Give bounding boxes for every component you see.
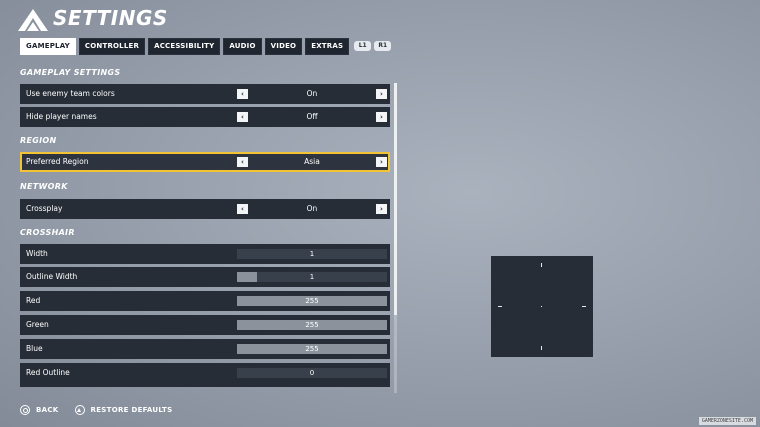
arrow-left-icon[interactable]: ‹ xyxy=(237,89,248,99)
setting-value: On xyxy=(306,204,318,213)
crosshair-red-outline-slider[interactable]: Red Outline 0 xyxy=(20,363,390,387)
arrow-left-icon[interactable]: ‹ xyxy=(237,112,248,122)
setting-label: Red xyxy=(26,296,41,305)
tab-video[interactable]: VIDEO xyxy=(264,37,303,55)
crosshair-preview xyxy=(491,256,593,357)
l1-bumper-icon: L1 xyxy=(354,41,372,51)
slider-value: 255 xyxy=(305,345,319,353)
tab-audio[interactable]: AUDIO xyxy=(223,37,262,55)
tab-gameplay[interactable]: GAMEPLAY xyxy=(20,37,76,55)
slider-track[interactable]: 255 xyxy=(237,320,387,330)
setting-label: Crossplay xyxy=(26,204,63,213)
setting-label: Outline Width xyxy=(26,272,78,281)
setting-label: Blue xyxy=(26,344,43,353)
restore-defaults-button[interactable]: RESTORE DEFAULTS xyxy=(91,406,173,414)
setting-value: Off xyxy=(306,112,318,121)
section-region: REGION xyxy=(20,136,57,145)
slider-track[interactable]: 0 xyxy=(237,368,387,378)
slider-value: 1 xyxy=(309,250,315,258)
crosshair-center-dot xyxy=(541,306,542,307)
tab-bar: GAMEPLAY CONTROLLER ACCESSIBILITY AUDIO … xyxy=(20,37,392,55)
slider-track[interactable]: 255 xyxy=(237,296,387,306)
arrow-left-icon[interactable]: ‹ xyxy=(237,204,248,214)
tab-controller[interactable]: CONTROLLER xyxy=(78,37,146,55)
tab-extras[interactable]: EXTRAS xyxy=(305,37,350,55)
section-gameplay-settings: GAMEPLAY SETTINGS xyxy=(20,68,121,77)
crosshair-outline-width-slider[interactable]: Outline Width 1 xyxy=(20,267,390,287)
crosshair-width-slider[interactable]: Width 1 xyxy=(20,244,390,264)
setting-label: Hide player names xyxy=(26,112,97,121)
back-button[interactable]: BACK xyxy=(36,406,59,414)
slider-value: 255 xyxy=(305,297,319,305)
arrow-right-icon[interactable]: › xyxy=(376,157,387,167)
setting-hide-player-names[interactable]: Hide player names ‹ Off › xyxy=(20,107,390,127)
crosshair-top-tick xyxy=(541,263,542,267)
crosshair-green-slider[interactable]: Green 255 xyxy=(20,315,390,335)
slider-track[interactable]: 1 xyxy=(237,272,387,282)
setting-label: Green xyxy=(26,320,49,329)
slider-track[interactable]: 255 xyxy=(237,344,387,354)
setting-label: Preferred Region xyxy=(26,157,89,166)
setting-enemy-team-colors[interactable]: Use enemy team colors ‹ On › xyxy=(20,84,390,104)
tab-accessibility[interactable]: ACCESSIBILITY xyxy=(148,37,221,55)
setting-value: On xyxy=(306,89,318,98)
section-crosshair: CROSSHAIR xyxy=(20,228,75,237)
section-network: NETWORK xyxy=(20,182,68,191)
game-logo-icon xyxy=(18,9,48,31)
slider-value: 0 xyxy=(309,369,315,377)
crosshair-blue-slider[interactable]: Blue 255 xyxy=(20,339,390,359)
watermark: GAMERZONESITE.COM xyxy=(698,417,756,425)
arrow-left-icon[interactable]: ‹ xyxy=(237,157,248,167)
setting-preferred-region[interactable]: Preferred Region ‹ Asia › xyxy=(20,152,390,172)
arrow-right-icon[interactable]: › xyxy=(376,89,387,99)
crosshair-bottom-tick xyxy=(541,346,542,350)
crosshair-right-tick xyxy=(582,306,586,307)
setting-crossplay[interactable]: Crossplay ‹ On › xyxy=(20,199,390,219)
setting-label: Red Outline xyxy=(26,368,70,377)
arrow-right-icon[interactable]: › xyxy=(376,112,387,122)
circle-button-icon xyxy=(20,405,30,415)
setting-label: Width xyxy=(26,249,48,258)
slider-value: 1 xyxy=(309,273,315,281)
setting-value: Asia xyxy=(304,157,320,166)
r1-bumper-icon: R1 xyxy=(374,41,392,51)
slider-value: 255 xyxy=(305,321,319,329)
arrow-right-icon[interactable]: › xyxy=(376,204,387,214)
crosshair-red-slider[interactable]: Red 255 xyxy=(20,291,390,311)
page-title: SETTINGS xyxy=(53,6,168,30)
crosshair-left-tick xyxy=(498,306,502,307)
triangle-button-icon xyxy=(74,405,85,415)
footer-hints: BACK RESTORE DEFAULTS xyxy=(20,405,182,415)
scrollbar-thumb[interactable] xyxy=(394,83,397,315)
slider-track[interactable]: 1 xyxy=(237,249,387,259)
setting-label: Use enemy team colors xyxy=(26,89,115,98)
